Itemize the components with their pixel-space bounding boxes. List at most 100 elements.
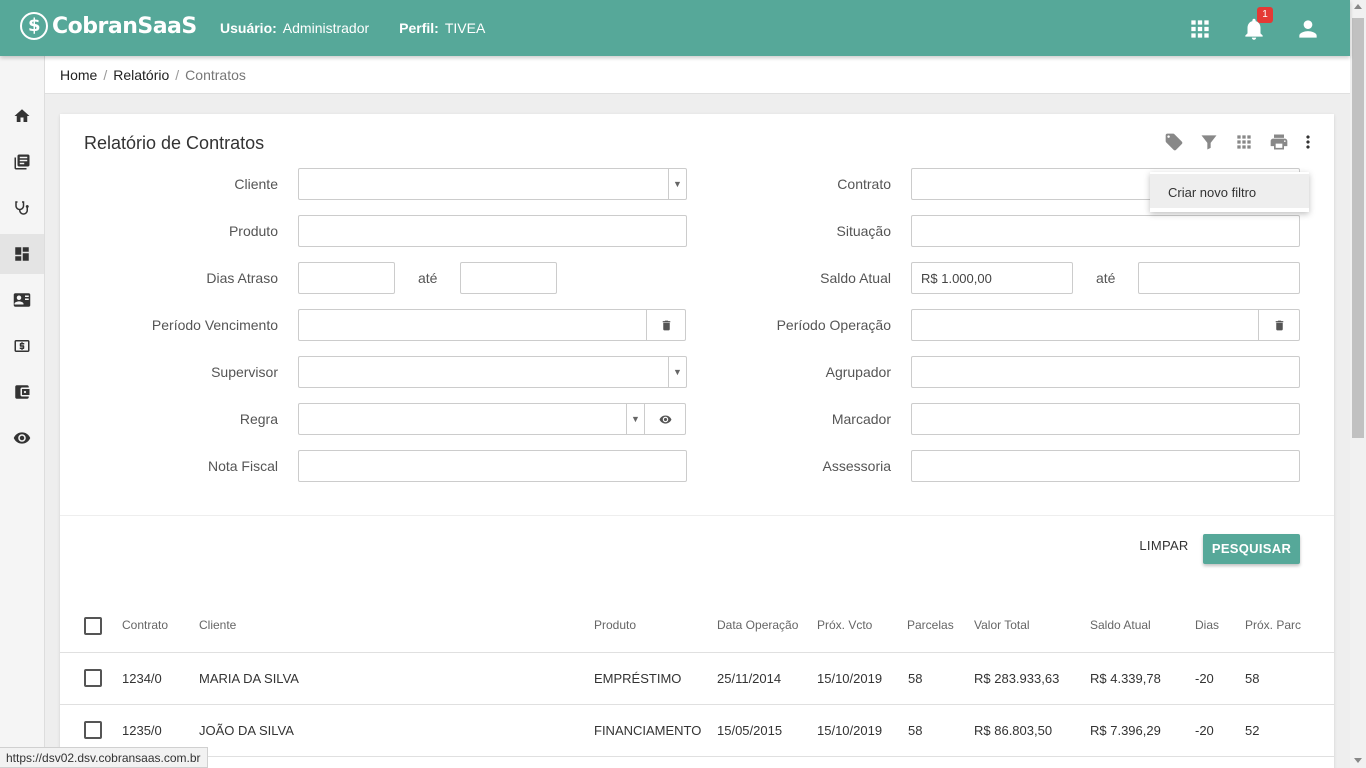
row-checkbox[interactable] (84, 721, 102, 739)
sidebar-item-dashboard[interactable] (0, 234, 44, 274)
print-icon[interactable] (1269, 132, 1289, 152)
col-header-saldo-atual[interactable]: Saldo Atual (1090, 618, 1151, 632)
user-value: Administrador (282, 20, 370, 36)
more-options-menu: Criar novo filtro (1150, 172, 1309, 212)
cell-valor-total: R$ 283.933,63 (974, 671, 1060, 686)
clear-button[interactable]: LIMPAR (1134, 538, 1194, 560)
periodo-vencimento-input[interactable] (298, 309, 647, 341)
home-icon (14, 109, 30, 122)
saldo-atual-label: Saldo Atual (820, 270, 891, 286)
cell-data-operacao: 15/05/2015 (717, 723, 783, 738)
supervisor-label: Supervisor (211, 364, 278, 380)
nota-fiscal-input[interactable] (298, 450, 687, 482)
clear-vencimento-button[interactable] (646, 309, 686, 341)
chevron-down-icon: ▼ (668, 169, 686, 199)
sidebar-item-wallet[interactable] (0, 372, 44, 412)
col-header-parcelas[interactable]: Parcelas (907, 618, 954, 632)
situacao-label: Situação (836, 223, 891, 239)
supervisor-select[interactable]: ▼ (298, 356, 687, 388)
cell-prox-parc: 52 (1245, 723, 1260, 738)
col-header-contrato[interactable]: Contrato (122, 618, 168, 632)
trash-icon (662, 320, 670, 330)
dias-atraso-from-input[interactable] (298, 262, 395, 294)
col-header-cliente[interactable]: Cliente (199, 618, 236, 632)
view-rule-icon (659, 414, 671, 424)
search-button[interactable]: PESQUISAR (1203, 534, 1300, 564)
user-info: Usuário: Administrador Perfil: TIVEA (220, 20, 485, 36)
scroll-down-arrow-icon[interactable] (1354, 758, 1362, 763)
marcador-label: Marcador (831, 411, 891, 427)
regra-select[interactable]: ▼ (298, 403, 645, 435)
contrato-label: Contrato (837, 176, 891, 192)
apps-grid-icon[interactable] (1187, 16, 1213, 42)
sidebar-item-view[interactable] (0, 418, 44, 458)
eye-icon (13, 432, 31, 444)
breadcrumb: Home / Relatório / Contratos (45, 56, 1350, 94)
col-header-dias[interactable]: Dias (1195, 618, 1219, 632)
money-icon (14, 340, 30, 352)
saldo-atual-from-input[interactable]: R$ 1.000,00 (911, 262, 1073, 294)
col-header-produto[interactable]: Produto (594, 618, 636, 632)
chevron-down-icon: ▼ (668, 357, 686, 387)
report-card: Relatório de Contratos Cliente Produto D… (60, 114, 1334, 768)
sidebar-item-book[interactable] (0, 142, 44, 182)
filter-icon[interactable] (1199, 132, 1219, 152)
menu-item-criar-filtro[interactable]: Criar novo filtro (1150, 174, 1309, 208)
cell-cliente: JOÃO DA SILVA (199, 723, 294, 738)
cell-dias: -20 (1195, 671, 1214, 686)
link-status-bar: https://dsv02.dsv.cobransaas.com.br (0, 747, 208, 768)
produto-input[interactable] (298, 215, 687, 247)
col-header-data-operacao[interactable]: Data Operação (717, 618, 798, 632)
contact-card-icon (13, 293, 31, 307)
saldo-atual-ate-label: até (1096, 270, 1116, 286)
col-header-prox-parc[interactable]: Próx. Parc (1245, 618, 1301, 632)
cliente-select[interactable]: ▼ (298, 168, 687, 200)
situacao-input[interactable] (911, 215, 1300, 247)
assessoria-input[interactable] (911, 450, 1300, 482)
dias-atraso-to-input[interactable] (460, 262, 557, 294)
sidebar-item-contacts[interactable] (0, 280, 44, 320)
cell-prox-vcto: 15/10/2019 (817, 671, 883, 686)
breadcrumb-home[interactable]: Home (60, 67, 97, 83)
app-logo[interactable]: CobranSaaS (20, 12, 197, 40)
more-vert-icon[interactable] (1298, 132, 1318, 152)
saldo-atual-to-input[interactable] (1138, 262, 1300, 294)
sidebar-item-money[interactable] (0, 326, 44, 366)
sidebar-item-home[interactable] (0, 96, 44, 136)
page-title: Relatório de Contratos (84, 133, 265, 153)
header-row-divider (60, 652, 1334, 653)
top-header: CobranSaaS Usuário: Administrador Perfil:… (0, 0, 1350, 56)
sidebar (0, 56, 45, 768)
grid-view-icon[interactable] (1234, 132, 1254, 152)
periodo-vencimento-label: Período Vencimento (151, 317, 278, 333)
page-scrollbar[interactable] (1350, 0, 1366, 768)
cell-valor-total: R$ 86.803,50 (974, 723, 1053, 738)
regra-action-button[interactable] (644, 403, 686, 435)
scrollbar-thumb[interactable] (1352, 18, 1364, 438)
tag-icon[interactable] (1164, 132, 1184, 152)
user-account-icon[interactable] (1295, 16, 1321, 42)
cell-data-operacao: 25/11/2014 (717, 671, 782, 686)
breadcrumb-current: Contratos (185, 67, 246, 83)
regra-label: Regra (239, 411, 278, 427)
agrupador-input[interactable] (911, 356, 1300, 388)
cell-parcelas: 58 (908, 671, 923, 686)
row-divider (60, 704, 1334, 705)
notification-badge: 1 (1257, 7, 1273, 23)
cell-produto: EMPRÉSTIMO (594, 671, 682, 686)
dashboard-icon (15, 247, 29, 261)
select-all-checkbox[interactable] (84, 617, 102, 635)
row-checkbox[interactable] (84, 669, 102, 687)
user-label: Usuário: (220, 20, 277, 36)
marcador-input[interactable] (911, 403, 1300, 435)
cell-produto: FINANCIAMENTO (594, 723, 702, 738)
cell-prox-vcto: 15/10/2019 (817, 723, 883, 738)
sidebar-item-health[interactable] (0, 188, 44, 228)
scroll-up-arrow-icon[interactable] (1354, 4, 1362, 9)
col-header-valor-total[interactable]: Valor Total (974, 618, 1030, 632)
dias-atraso-ate-label: até (418, 270, 438, 286)
clear-operacao-button[interactable] (1258, 309, 1300, 341)
periodo-operacao-input[interactable] (911, 309, 1259, 341)
col-header-prox-vcto[interactable]: Próx. Vcto (817, 618, 872, 632)
breadcrumb-relatorio[interactable]: Relatório (113, 67, 169, 83)
